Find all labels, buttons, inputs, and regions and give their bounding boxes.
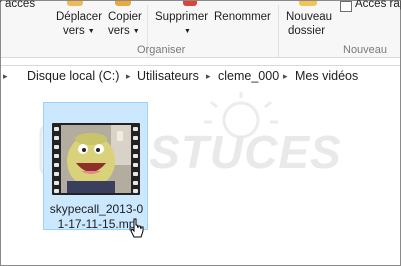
breadcrumb-local-disk[interactable]: Disque local (C:) [27,69,119,83]
easy-access-fragment[interactable]: r accès [0,0,35,10]
delete-icon [183,1,197,6]
copy-to-icon [115,1,131,6]
chevron-down-icon: ▼ [87,28,95,35]
breadcrumb-users[interactable]: Utilisateurs [137,69,199,83]
rename-label: Renommer [214,11,271,23]
delete-button[interactable]: Supprimer [155,11,208,23]
cursor-icon [130,218,144,238]
breadcrumb-separator-icon: ▸ [3,71,8,81]
new-folder-label-1: Nouveau [286,11,333,23]
breadcrumb-videos[interactable]: Mes vidéos [295,69,358,83]
move-to-label-2: vers ▼ [63,25,95,37]
chevron-down-icon: ▼ [132,28,140,35]
organize-group-label: Organiser [137,44,186,56]
rename-button[interactable]: Renommer [214,11,271,23]
new-folder-icon [299,1,317,6]
new-group-label: Nouveau [343,44,388,56]
film-strip [52,123,140,195]
easy-access-checkbox-icon [340,1,352,12]
chevron-down-icon: ▼ [184,28,191,35]
copy-to-label-2: vers ▼ [108,25,140,37]
breadcrumb-separator-icon[interactable]: ▸ [283,71,288,82]
video-frame-image [61,125,131,193]
copy-to-label-1: Copier [108,11,142,23]
delete-label: Supprimer [155,11,209,23]
ribbon-separator [278,5,279,57]
breadcrumb-separator-icon[interactable]: ▸ [206,71,211,82]
delete-dropdown[interactable]: ▼ [181,25,191,37]
new-folder-label-2: dossier [288,25,326,37]
file-list-area[interactable]: PCASTUCES skypecall_2013-0 1-17-11-15.mp [1,88,400,264]
breadcrumb-user-folder[interactable]: cleme_000 [218,69,279,83]
move-to-icon [67,1,83,6]
file-item-video[interactable]: skypecall_2013-0 1-17-11-15.mp [43,102,148,238]
ribbon: r accès Déplacer vers ▼ Copier vers ▼ Supp… [0,0,401,57]
move-to-label-1: Déplacer [56,11,103,23]
address-bar[interactable]: ▸ Disque local (C:) ▸ Utilisateurs ▸ cle… [1,65,400,89]
easy-access-button[interactable]: Accès rapi [355,0,401,10]
video-thumbnail-icon [52,123,140,195]
breadcrumb-separator-icon[interactable]: ▸ [126,71,131,82]
ribbon-divider [1,57,400,58]
